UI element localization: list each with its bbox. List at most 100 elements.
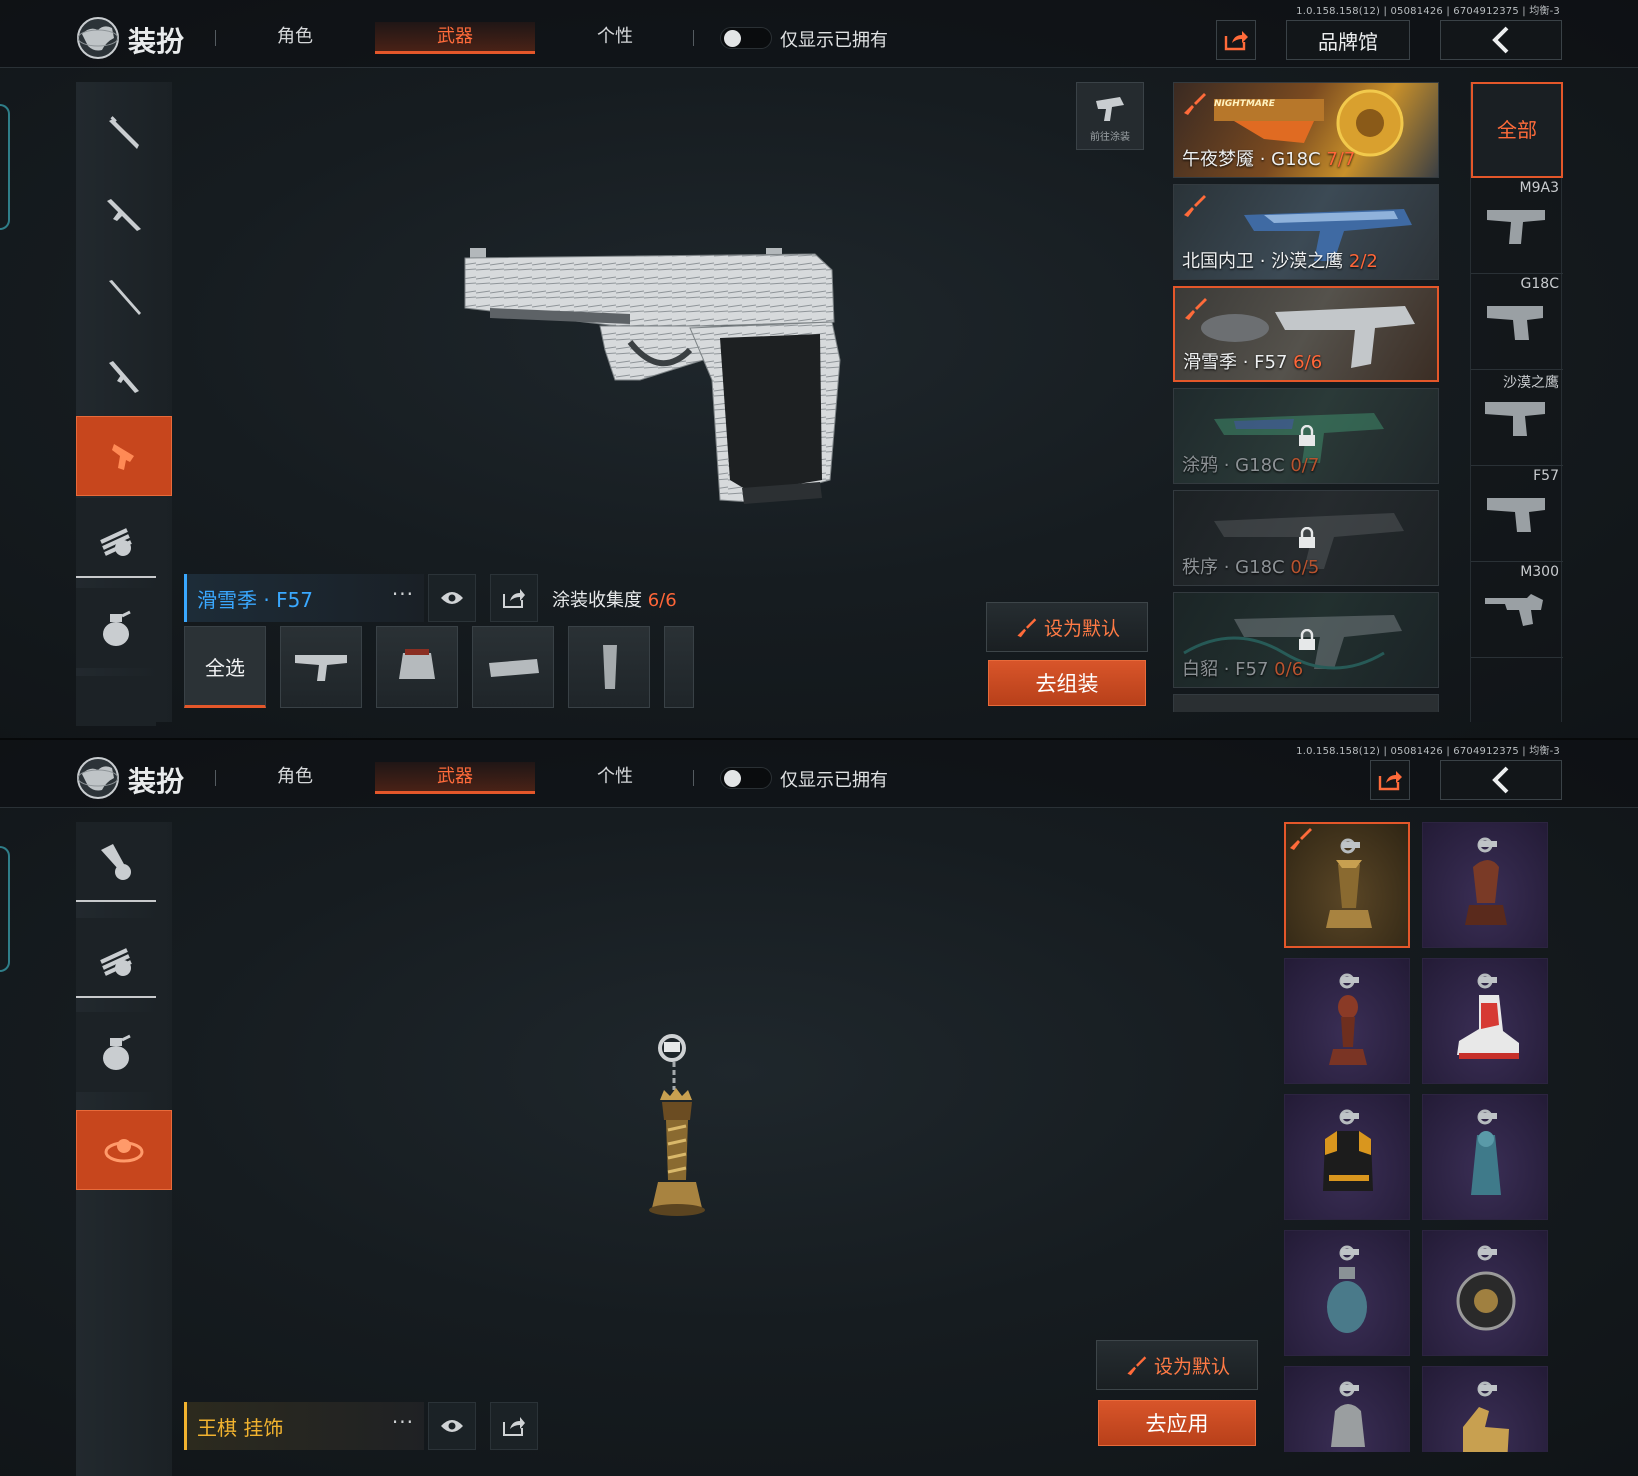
share-icon — [503, 589, 525, 608]
part-more[interactable] — [664, 626, 694, 708]
pendant-bishop[interactable] — [1284, 958, 1410, 1084]
category-gear-button[interactable] — [76, 918, 156, 998]
skin-item-north-guard[interactable]: 北国内卫 · 沙漠之鹰 2/2 — [1173, 184, 1439, 280]
lock-icon — [1299, 629, 1315, 650]
part-grip[interactable] — [376, 626, 458, 708]
skin-item-order[interactable]: 秩序 · G18C 0/5 — [1173, 490, 1439, 586]
gear-stack-icon — [100, 948, 132, 976]
bishop-chess-pendant-icon — [1329, 973, 1367, 1065]
grenade-icon — [103, 610, 131, 646]
selected-skin-name: 滑雪季 · F57 — [197, 588, 314, 612]
share-icon — [503, 1417, 525, 1436]
side-edge-handle[interactable] — [0, 846, 10, 972]
category-tools-button[interactable] — [76, 822, 156, 902]
skin-item-partial[interactable] — [1173, 694, 1439, 712]
globe-logo-icon — [77, 17, 119, 59]
goto-skin-button[interactable]: 前往涂装 — [1076, 82, 1144, 150]
pendant-statue[interactable] — [1422, 1094, 1548, 1220]
back-button[interactable] — [1440, 760, 1562, 800]
skin-item-ermine[interactable]: 白貂 · F57 0/6 — [1173, 592, 1439, 688]
skin-item-graffiti[interactable]: 涂鸦 · G18C 0/7 — [1173, 388, 1439, 484]
grip-part-icon — [399, 649, 435, 679]
filter-desert-eagle[interactable]: 沙漠之鹰 — [1471, 370, 1563, 466]
share-button[interactable] — [1370, 760, 1410, 800]
skin-name: 滑雪季 · F57 6/6 — [1183, 352, 1323, 373]
more-options-button[interactable]: ··· — [392, 1410, 414, 1434]
select-all-button[interactable]: 全选 — [184, 626, 266, 708]
thumbs-up-pendant-icon — [1463, 1381, 1509, 1452]
pendant-king[interactable] — [1284, 822, 1410, 948]
magazine-part-icon — [603, 645, 617, 689]
pendant-sneaker[interactable] — [1422, 958, 1548, 1084]
filter-label: M9A3 — [1519, 180, 1559, 196]
set-default-button[interactable]: 设为默认 — [1096, 1340, 1258, 1390]
filter-m9a3[interactable]: M9A3 — [1471, 178, 1563, 274]
category-sniper-button[interactable] — [76, 256, 172, 336]
back-button[interactable] — [1440, 20, 1562, 60]
preview-button[interactable] — [428, 574, 476, 622]
pendant-grenade[interactable] — [1284, 1230, 1410, 1356]
more-options-button[interactable]: ··· — [392, 582, 414, 606]
chevron-left-icon — [1492, 766, 1509, 794]
tab-character[interactable]: 角色 — [250, 22, 340, 54]
share-item-button[interactable] — [490, 1402, 538, 1450]
category-grenade-button[interactable] — [76, 588, 156, 668]
tab-weapon[interactable]: 武器 — [375, 762, 535, 794]
pendant-medal[interactable] — [1422, 1230, 1548, 1356]
set-default-button[interactable]: 设为默认 — [986, 602, 1148, 652]
category-more-button[interactable] — [76, 676, 156, 726]
weapon-category-sidebar — [76, 82, 172, 726]
filter-g18c[interactable]: G18C — [1471, 274, 1563, 370]
side-edge-handle[interactable] — [0, 104, 10, 230]
page-title: 装扮 — [128, 25, 185, 58]
lock-icon — [1299, 527, 1315, 548]
go-assemble-button[interactable]: 去组装 — [988, 660, 1146, 706]
category-smg-button[interactable] — [76, 336, 172, 416]
tools-icon — [101, 844, 131, 880]
tab-weapon[interactable]: 武器 — [375, 22, 535, 54]
skin-name: 秩序 · G18C 0/5 — [1182, 557, 1320, 578]
tab-personality[interactable]: 个性 — [570, 22, 660, 54]
filter-f57[interactable]: F57 — [1471, 466, 1563, 562]
go-apply-button[interactable]: 去应用 — [1098, 1400, 1256, 1446]
king-chess-pendant-model — [649, 1034, 705, 1216]
pendant-grid[interactable] — [1284, 822, 1560, 1452]
skin-item-ski-season[interactable]: 滑雪季 · F57 6/6 — [1173, 286, 1439, 382]
pendant-bell[interactable] — [1284, 1366, 1410, 1452]
gear-stack-icon — [100, 528, 132, 556]
tab-personality[interactable]: 个性 — [570, 762, 660, 794]
owned-only-toggle[interactable] — [720, 27, 772, 49]
filter-all-button[interactable]: 全部 — [1471, 82, 1563, 178]
pendant-thumbs-up[interactable] — [1422, 1366, 1548, 1452]
category-rifle-button[interactable] — [76, 92, 172, 172]
category-pistol-button[interactable] — [76, 416, 172, 496]
share-button[interactable] — [1216, 20, 1256, 60]
category-grenade-button[interactable] — [76, 1012, 156, 1092]
part-frame[interactable] — [472, 626, 554, 708]
brand-hall-button[interactable]: 品牌馆 — [1286, 20, 1410, 60]
version-info: 1.0.158.158(12) | 05081426 | 6704912375 … — [1296, 746, 1560, 757]
category-pendant-button[interactable] — [76, 1110, 172, 1190]
horse-chess-pendant-icon — [1465, 837, 1507, 925]
category-gear-button[interactable] — [76, 498, 156, 578]
vest-pendant-icon — [1323, 1109, 1373, 1191]
selected-item-bar: 王棋 挂饰 ··· — [184, 1402, 424, 1450]
skin-item-midnight-nightmare[interactable]: NIGHTMARE 午夜梦魇 · G18C 7/7 — [1173, 82, 1439, 178]
pistol-desert-eagle-icon — [1485, 402, 1545, 436]
category-assault-rifle-button[interactable] — [76, 174, 172, 254]
pendant-vest[interactable] — [1284, 1094, 1410, 1220]
owned-only-toggle[interactable] — [720, 767, 772, 789]
part-magazine[interactable] — [568, 626, 650, 708]
bell-pendant-icon — [1331, 1381, 1365, 1447]
globe-logo-icon — [77, 757, 119, 799]
toggle-knob — [724, 30, 741, 47]
tab-character[interactable]: 角色 — [250, 762, 340, 794]
pendant-horse[interactable] — [1422, 822, 1548, 948]
part-slide[interactable] — [280, 626, 362, 708]
skin-list[interactable]: NIGHTMARE 午夜梦魇 · G18C 7/7 北国内卫 · 沙漠之鹰 2/… — [1173, 82, 1439, 712]
eye-icon — [441, 1420, 463, 1432]
filter-m300[interactable]: M300 — [1471, 562, 1563, 658]
share-skin-button[interactable] — [490, 574, 538, 622]
brush-icon — [1184, 195, 1206, 217]
preview-button[interactable] — [428, 1402, 476, 1450]
